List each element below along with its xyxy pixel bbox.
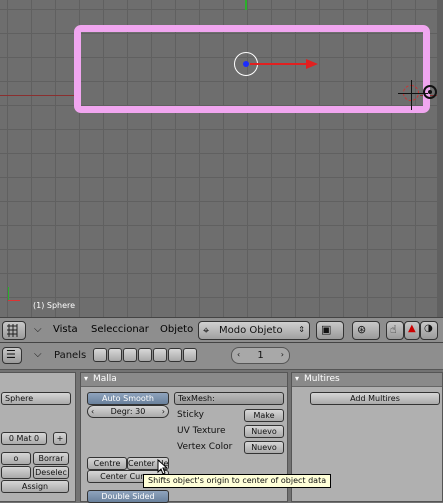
mouse-pointer-icon — [157, 459, 167, 475]
uv-texture-new-button[interactable]: Nuevo — [244, 425, 284, 438]
multires-panel-title[interactable]: ▾ Multires — [292, 373, 442, 387]
material-deselect-button[interactable]: Deselec — [33, 466, 69, 479]
logic-context-icon[interactable] — [93, 348, 107, 362]
draw-type-button[interactable]: ▣ — [316, 321, 344, 340]
mesh-panel-title[interactable]: ▾ Malla — [81, 373, 287, 387]
3d-view-header: ⌵ Vista Seleccionar Objeto ⌖ Modo Objeto… — [0, 317, 443, 343]
centre-button[interactable]: Centre — [87, 457, 127, 470]
degr-field[interactable]: ‹ Degr: 30 › — [87, 405, 169, 418]
hand-icon: ☝ — [390, 323, 397, 336]
tooltip: Shifts object's origin to center of obje… — [143, 474, 332, 488]
x-axis-line — [0, 95, 80, 96]
sticky-make-button[interactable]: Make — [244, 409, 284, 422]
x-translate-handle[interactable] — [250, 63, 308, 65]
link-materials-panel: Sphere 0 Mat 0 + o Borrar Deselec Assign — [0, 372, 76, 502]
scene-context-icon[interactable] — [168, 348, 182, 362]
sticky-label: Sticky — [177, 410, 204, 420]
material-plus-button[interactable]: + — [53, 432, 67, 445]
manipulator-toggle[interactable]: ☝ — [386, 321, 404, 340]
editing-context-icon[interactable] — [153, 348, 167, 362]
menu-objeto[interactable]: Objeto — [160, 324, 193, 335]
uv-texture-label: UV Texture — [177, 426, 226, 436]
object-name-field[interactable]: Sphere — [1, 392, 71, 405]
grid-icon — [7, 324, 18, 337]
panels-label: Panels — [54, 350, 87, 361]
material-select-button[interactable] — [1, 466, 31, 479]
menu-vista[interactable]: Vista — [53, 324, 78, 335]
frame-number-field[interactable]: ‹ 1 › — [231, 347, 290, 364]
arrow-left-icon[interactable]: ‹ — [91, 406, 94, 417]
3d-cursor-crosshair-v — [411, 80, 412, 110]
x-arrow-head-icon[interactable] — [306, 59, 318, 69]
triangle-icon: ▲ — [408, 323, 416, 334]
multires-panel-title-text: Multires — [304, 374, 340, 384]
vertex-color-label: Vertex Color — [177, 442, 233, 452]
view-axis-x-icon — [8, 300, 20, 301]
editor-type-button[interactable] — [2, 321, 26, 340]
collapse-triangle-icon[interactable]: ▾ — [295, 374, 299, 383]
object-center-dot — [243, 61, 249, 67]
arrow-left-icon[interactable]: ‹ — [237, 350, 240, 359]
material-index-field[interactable]: 0 Mat 0 — [1, 432, 47, 445]
collapse-triangle-icon[interactable]: ▾ — [84, 374, 88, 383]
rotate-manipulator-button[interactable]: ◑ — [420, 321, 438, 340]
mesh-panel-title-text: Malla — [93, 374, 117, 384]
mode-select-value: Modo Objeto — [219, 325, 283, 336]
3d-viewport[interactable]: (1) Sphere — [0, 0, 443, 317]
cube-icon: ▣ — [321, 323, 332, 336]
menu-lines-icon: ☰ — [6, 348, 16, 361]
vertex-color-new-button[interactable]: Nuevo — [244, 441, 284, 454]
menu-seleccionar[interactable]: Seleccionar — [91, 324, 149, 335]
lamp-center-icon — [428, 90, 432, 94]
translate-manipulator-button[interactable]: ▲ — [404, 321, 420, 340]
dropdown-arrow-icon: ⇕ — [298, 325, 305, 334]
material-assign-button[interactable]: Assign — [1, 480, 69, 493]
degr-value: Degr: 30 — [110, 407, 146, 416]
header-collapse-icon[interactable]: ⌵ — [34, 324, 42, 335]
material-new-button[interactable]: o — [1, 452, 31, 465]
mode-select[interactable]: ⌖ Modo Objeto ⇕ — [198, 321, 310, 340]
add-multires-button[interactable]: Add Multires — [310, 392, 440, 405]
rotate-icon: ◑ — [424, 323, 433, 334]
view-axis-y-icon — [8, 287, 9, 301]
arrow-right-icon[interactable]: › — [162, 406, 165, 417]
texmesh-field[interactable]: TexMesh: — [174, 392, 284, 405]
pivot-button[interactable]: ⊛ — [352, 321, 380, 340]
shading-context-icon[interactable] — [123, 348, 137, 362]
auto-smooth-toggle[interactable]: Auto Smooth — [87, 392, 169, 405]
arrow-right-icon[interactable]: › — [281, 350, 284, 359]
header-collapse-icon[interactable]: ⌵ — [34, 349, 42, 360]
script-context-icon[interactable] — [108, 348, 122, 362]
object-context-icon[interactable] — [138, 348, 152, 362]
buttons-window-header: ☰ ⌵ Panels ‹ 1 › — [0, 343, 443, 370]
object-name-value: Sphere — [5, 394, 34, 403]
z-axis-line — [245, 0, 247, 10]
material-delete-button[interactable]: Borrar — [33, 452, 69, 465]
double-sided-toggle[interactable]: Double Sided — [87, 490, 169, 503]
pivot-icon: ⊛ — [357, 323, 367, 336]
buttons-editor-type[interactable]: ☰ — [2, 347, 22, 364]
active-object-label: (1) Sphere — [33, 301, 76, 310]
frame-number-value: 1 — [257, 350, 264, 361]
object-mode-icon: ⌖ — [203, 324, 210, 337]
image-context-icon[interactable] — [183, 348, 197, 362]
viewport-edge — [437, 0, 443, 317]
